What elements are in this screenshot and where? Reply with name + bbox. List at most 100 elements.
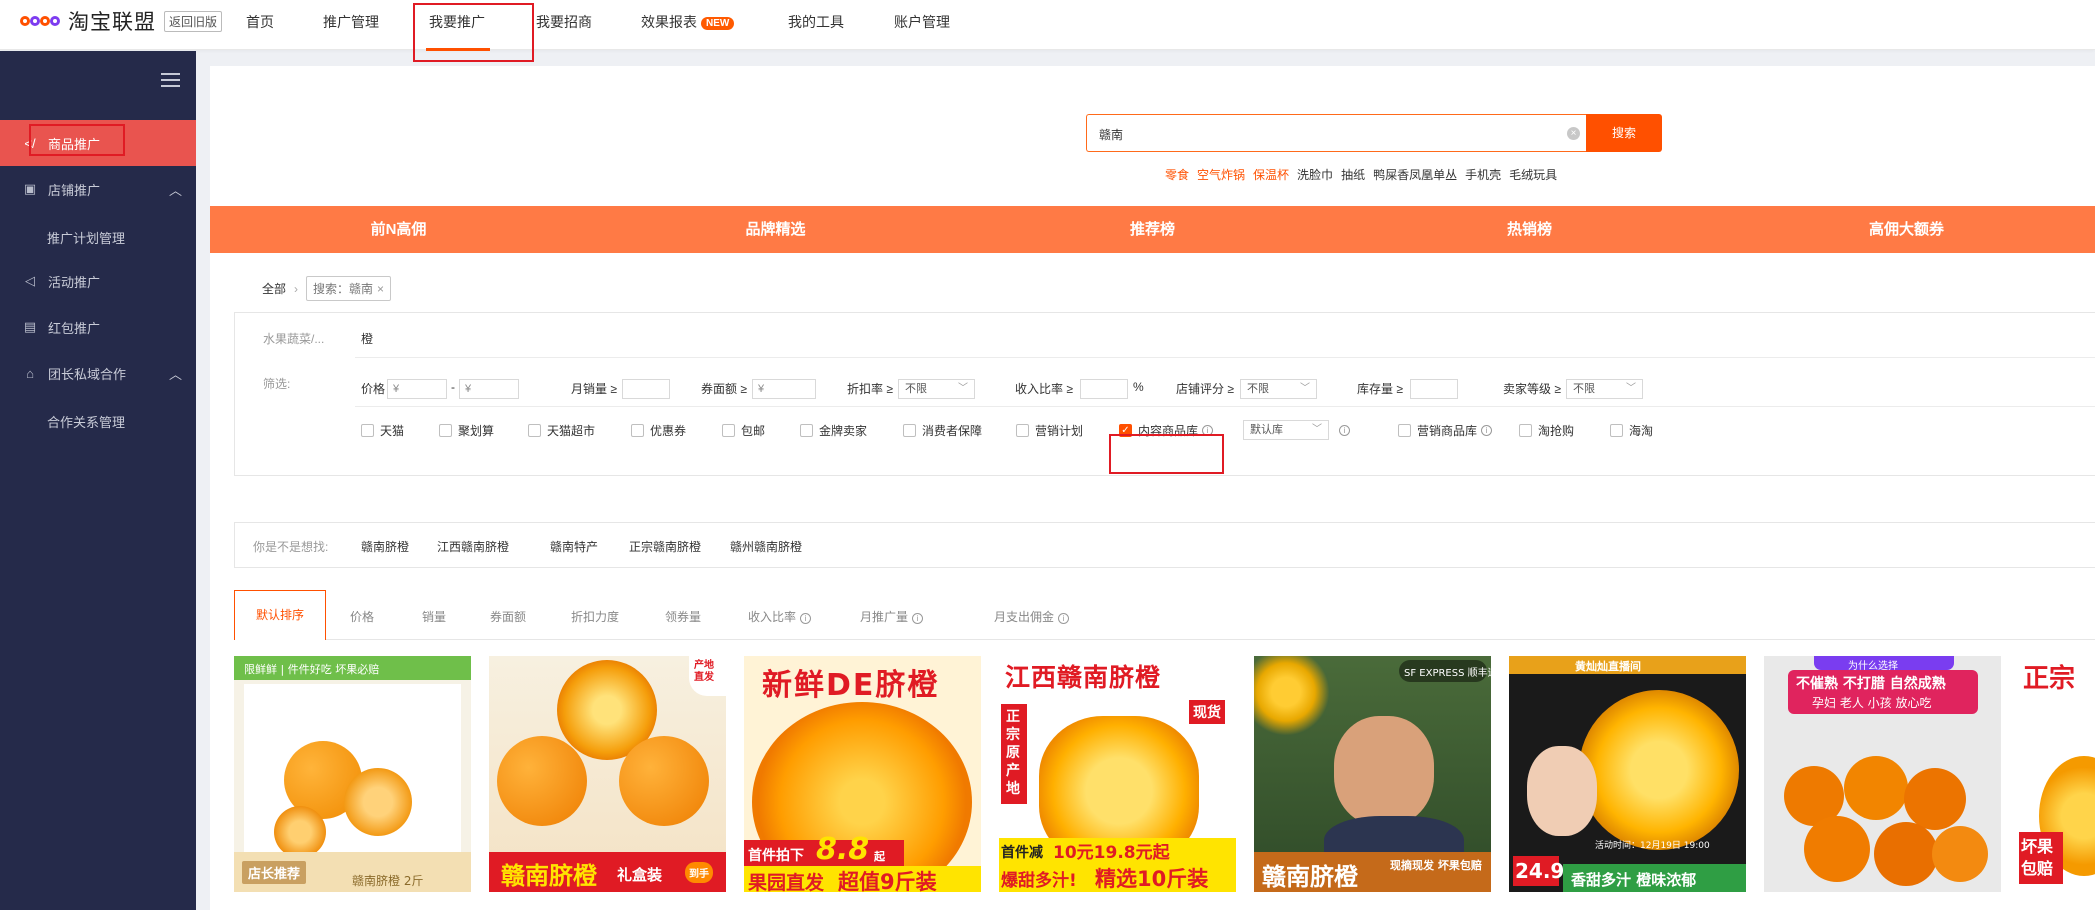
sidebar-item-store-promotion[interactable]: ▣ 店铺推广 ︿	[0, 166, 196, 212]
banner-item-recommend[interactable]: 推荐榜	[964, 206, 1341, 253]
suggestion-item[interactable]: 赣南脐橙	[361, 538, 409, 555]
checkbox-gold-seller[interactable]: 金牌卖家	[800, 422, 867, 439]
search-input[interactable]: 赣南 ×	[1086, 114, 1586, 152]
product-card[interactable]: 为什么选择 不催熟 不打腊 自然成熟 孕妇 老人 小孩 放心吃	[1764, 656, 2001, 910]
seller-level-select[interactable]: 不限 ﹀	[1566, 379, 1643, 399]
discount-select[interactable]: 不限 ﹀	[898, 379, 975, 399]
checkbox-consumer-protection[interactable]: 消费者保障	[903, 422, 982, 439]
price-value: 10元19.8元起	[1053, 843, 1170, 863]
product-card[interactable]: SF EXPRESS 顺丰速运 赣南脐橙 现摘现发 坏果包赔	[1254, 656, 1491, 910]
checkbox-flash-sale[interactable]: 淘抢购	[1519, 422, 1574, 439]
hot-word[interactable]: 洗脸巾	[1297, 166, 1333, 183]
income-ratio-input[interactable]	[1080, 379, 1128, 399]
hot-word[interactable]: 零食	[1165, 166, 1189, 183]
product-card[interactable]: 黄灿灿直播间 活动时间：12月19日 19:00 24.9 香甜多汁 橙味浓郁	[1509, 656, 1746, 910]
suggestion-item[interactable]: 正宗赣南脐橙	[629, 538, 701, 555]
shop-score-select[interactable]: 不限 ﹀	[1240, 379, 1317, 399]
product-card[interactable]: 产地直发 赣南脐橙 礼盒装 到手	[489, 656, 726, 910]
hot-word[interactable]: 抽纸	[1341, 166, 1365, 183]
hot-word[interactable]: 手机壳	[1465, 166, 1501, 183]
stock-input[interactable]	[1410, 379, 1458, 399]
info-icon[interactable]: i	[1339, 425, 1350, 436]
sort-monthly-commission[interactable]: 月支出佣金 i	[994, 608, 1070, 625]
checkbox-overseas[interactable]: 海淘	[1610, 422, 1653, 439]
product-image: 江西赣南脐橙 正宗原产地 现货 首件减 10元19.8元起 爆甜多汁! 精选10…	[999, 656, 1236, 892]
category-value[interactable]: 橙	[361, 330, 373, 347]
banner-item-hot-sales[interactable]: 热销榜	[1341, 206, 1718, 253]
sort-income-ratio[interactable]: 收入比率 i	[748, 608, 812, 625]
sort-sales[interactable]: 销量	[422, 608, 446, 625]
nav-account[interactable]: 账户管理	[894, 12, 950, 32]
hot-word[interactable]: 空气炸锅	[1197, 166, 1245, 183]
chevron-down-icon: ﹀	[1300, 383, 1310, 394]
menu-toggle-icon[interactable]	[161, 73, 180, 87]
old-version-button[interactable]: 返回旧版	[164, 10, 223, 32]
hot-word[interactable]: 保温杯	[1253, 166, 1289, 183]
clear-icon[interactable]: ×	[1567, 127, 1580, 140]
info-icon[interactable]: i	[1481, 425, 1493, 436]
product-banner-text: 限鲜鲜 | 件件好吃 坏果必赔	[244, 663, 380, 676]
monthly-sales-input[interactable]	[622, 379, 670, 399]
category-label: 水果蔬菜/...	[263, 332, 325, 346]
checkbox-free-shipping[interactable]: 包邮	[722, 422, 765, 439]
chevron-right-icon: ›	[294, 281, 299, 296]
suggestion-item[interactable]: 赣州赣南脐橙	[730, 538, 802, 555]
sidebar-item-group-cooperation[interactable]: ⌂ 团长私域合作 ︿	[0, 350, 196, 396]
sort-discount[interactable]: 折扣力度	[571, 608, 619, 625]
coupon-input[interactable]: ¥	[752, 379, 816, 399]
suggestion-item[interactable]: 江西赣南脐橙	[437, 538, 509, 555]
suggestion-item[interactable]: 赣南特产	[550, 538, 598, 555]
nav-reports[interactable]: 效果报表 NEW	[641, 12, 735, 32]
product-card[interactable]: 限鲜鲜 | 件件好吃 坏果必赔 店长推荐 赣南脐橙 2斤	[234, 656, 471, 910]
product-card[interactable]: 江西赣南脐橙 正宗原产地 现货 首件减 10元19.8元起 爆甜多汁! 精选10…	[999, 656, 1236, 910]
search-button[interactable]: 搜索	[1586, 114, 1662, 152]
checkbox-marketing-plan[interactable]: 营销计划	[1016, 422, 1083, 439]
logo[interactable]: 淘宝联盟 返回旧版	[20, 8, 223, 34]
chevron-down-icon: ﹀	[1626, 383, 1636, 394]
product-card[interactable]: 正宗 坏果包赔	[2019, 656, 2095, 910]
checkbox-marketing-library[interactable]: 营销商品库 i	[1398, 422, 1493, 439]
nav-promotion-manage[interactable]: 推广管理	[323, 12, 379, 32]
sort-monthly-promotion[interactable]: 月推广量 i	[860, 608, 924, 625]
checkbox-tmall[interactable]: 天猫	[361, 422, 404, 439]
sidebar-item-label: 团长私域合作	[48, 366, 127, 382]
checkbox-tmall-supermarket[interactable]: 天猫超市	[528, 422, 595, 439]
sidebar-item-plan-manage[interactable]: 推广计划管理	[47, 228, 125, 247]
sort-price[interactable]: 价格	[350, 608, 374, 625]
price-max-input[interactable]: ¥	[459, 379, 519, 399]
search-tag: 搜索：赣南 ×	[306, 276, 392, 301]
monthly-sales-label: 月销量 ≥	[571, 382, 617, 396]
close-icon[interactable]: ×	[377, 282, 384, 296]
checkbox-coupon[interactable]: 优惠券	[631, 422, 686, 439]
sort-default[interactable]: 默认排序	[234, 590, 326, 640]
nav-recruit[interactable]: 我要招商	[536, 12, 592, 32]
sidebar-item-activity-promotion[interactable]: ◁ 活动推广	[0, 258, 196, 304]
sidebar-item-red-packet[interactable]: ▤ 红包推广	[0, 304, 196, 350]
hot-word[interactable]: 毛绒玩具	[1509, 166, 1557, 183]
banner-item-high-commission[interactable]: 高佣大额券	[1718, 206, 2095, 253]
chevron-down-icon: ﹀	[1312, 424, 1322, 435]
info-icon: i	[800, 613, 812, 624]
checkbox-label: 天猫	[380, 424, 405, 438]
sf-logo-icon: SF EXPRESS 顺丰速运	[1404, 668, 1491, 679]
banner-item-top-n[interactable]: 前N高佣	[210, 206, 587, 253]
sort-coupon[interactable]: 券面额	[490, 608, 526, 625]
product-side-text: 正宗原产地	[1006, 709, 1020, 797]
price-min-input[interactable]: ¥	[387, 379, 447, 399]
logo-text: 淘宝联盟	[68, 11, 156, 34]
checkbox-juhuasuan[interactable]: 聚划算	[439, 422, 494, 439]
sort-coupon-count[interactable]: 领券量	[665, 608, 701, 625]
nav-home[interactable]: 首页	[246, 12, 274, 32]
product-top-text: 黄灿灿直播间	[1575, 660, 1641, 673]
banner-item-brand[interactable]: 品牌精选	[587, 206, 964, 253]
breadcrumb-root[interactable]: 全部	[262, 280, 286, 297]
product-card[interactable]: 新鲜DE脐橙 首件拍下 8.8 起 果园直发 超值9斤装	[744, 656, 981, 910]
sort-label: 月支出佣金	[994, 610, 1055, 624]
sidebar-item-partner-manage[interactable]: 合作关系管理	[47, 412, 125, 431]
checkbox-box	[1610, 424, 1623, 437]
hot-word[interactable]: 鸭屎香凤凰单丛	[1373, 166, 1457, 183]
library-select[interactable]: 默认库 ﹀	[1243, 420, 1329, 440]
orange-icon	[344, 768, 412, 836]
nav-tools[interactable]: 我的工具	[788, 12, 844, 32]
checkbox-label: 淘抢购	[1538, 424, 1575, 438]
